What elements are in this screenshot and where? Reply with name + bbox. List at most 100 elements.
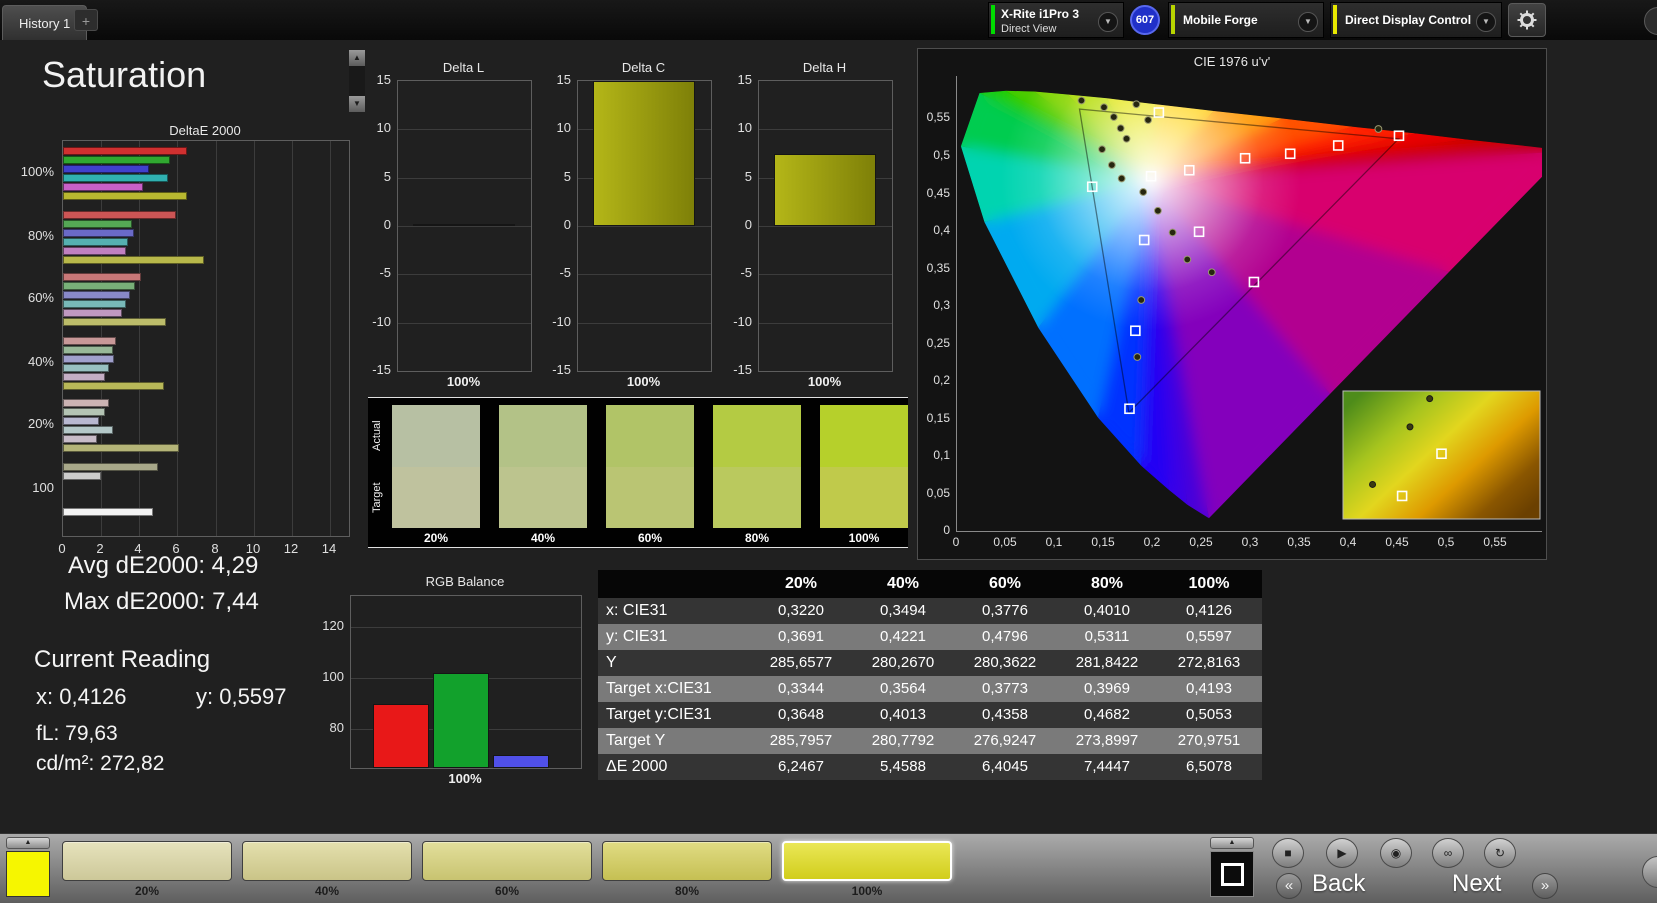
table-header-cell <box>598 570 750 598</box>
bar <box>63 318 166 326</box>
sample-swatch-40%[interactable] <box>242 841 412 881</box>
rgb-balance-title: RGB Balance <box>425 574 505 589</box>
display-window-button[interactable] <box>1210 851 1254 897</box>
current-y: y: 0,5597 <box>196 684 287 709</box>
actual-swatch <box>820 405 908 467</box>
row-label: Target Y <box>606 732 666 749</box>
table-cell: 0,3773 <box>982 680 1028 697</box>
axis-tick-label: 0 <box>563 217 571 232</box>
axis-tick-label: 0,2 <box>1143 535 1161 549</box>
sample-swatch-100%[interactable] <box>782 841 952 881</box>
table-cell: 285,6577 <box>769 654 833 671</box>
play-button[interactable]: ▶ <box>1326 838 1358 868</box>
back-button[interactable]: Back <box>1312 870 1365 898</box>
sample-swatch-label: 80% <box>674 884 700 898</box>
expand-right-button[interactable]: ▲ <box>1210 837 1254 849</box>
gridline <box>177 141 178 536</box>
axis-tick-label: 0,35 <box>926 261 950 275</box>
rgb-balance-category-label: 100% <box>448 771 482 786</box>
sample-swatch-80%[interactable] <box>602 841 772 881</box>
table-cell: 0,5597 <box>1186 628 1232 645</box>
gridline <box>351 627 581 628</box>
display-control-selector[interactable]: Direct Display Control ▼ <box>1330 2 1502 38</box>
partial-button[interactable] <box>1642 856 1657 888</box>
measured-point <box>1137 296 1146 304</box>
axis-tick-label: 0,05 <box>926 486 950 500</box>
sample-swatch-60%[interactable] <box>422 841 592 881</box>
measured-point <box>1109 113 1118 121</box>
source-status-indicator <box>1171 5 1175 34</box>
axis-tick-label: 0,55 <box>926 110 950 124</box>
table-header-cell: 40% <box>886 575 920 592</box>
sample-swatch-label: 20% <box>134 884 160 898</box>
axis-tick-label: -15 <box>372 362 391 377</box>
target-swatch <box>820 467 908 528</box>
back-chevron-icon[interactable]: « <box>1276 873 1302 899</box>
axis-tick-label: 100 <box>322 669 344 684</box>
source-selector[interactable]: Mobile Forge ▼ <box>1168 2 1324 38</box>
axis-tick-label: 0,25 <box>1189 535 1213 549</box>
source-name: Mobile Forge <box>1183 13 1258 27</box>
measured-point <box>1107 161 1116 169</box>
axis-tick-label: 0,35 <box>1287 535 1311 549</box>
bar <box>63 426 113 434</box>
meter-selector[interactable]: X-Rite i1Pro 3 Direct View ▼ <box>988 2 1124 38</box>
chevron-down-icon[interactable]: ▼ <box>1098 12 1118 32</box>
gridline <box>139 141 140 536</box>
record-button[interactable]: ◉ <box>1380 838 1412 868</box>
continuous-read-button[interactable]: ∞ <box>1432 838 1464 868</box>
measured-point <box>1077 96 1086 105</box>
table-row: x: CIE31 0,3220 0,3494 0,3776 0,4010 0,4126 <box>598 598 1262 624</box>
comparison-column: 60% <box>606 398 694 547</box>
axis-tick-label: -10 <box>372 314 391 329</box>
table-cell: 0,4796 <box>982 628 1028 645</box>
display-control-indicator <box>1333 5 1337 34</box>
bar <box>63 156 170 164</box>
current-patch-swatch <box>6 851 50 897</box>
sample-swatch-20%[interactable] <box>62 841 232 881</box>
bar <box>63 373 105 381</box>
bar <box>63 300 126 308</box>
bar <box>413 224 515 226</box>
next-chevron-icon[interactable]: » <box>1532 873 1558 899</box>
measured-point <box>1154 206 1162 215</box>
table-cell: 0,4193 <box>1186 680 1232 697</box>
bar <box>63 444 179 452</box>
table-cell: 6,4045 <box>982 758 1028 775</box>
target-swatch <box>392 467 480 528</box>
axis-tick-label: 0,5 <box>933 148 950 162</box>
next-button[interactable]: Next <box>1452 870 1501 898</box>
axis-tick-label: -15 <box>552 362 571 377</box>
table-cell: 273,8997 <box>1075 732 1139 749</box>
chevron-down-icon[interactable]: ▼ <box>1298 12 1318 32</box>
axis-tick-label: 80 <box>329 720 344 735</box>
stop-button[interactable]: ■ <box>1272 838 1304 868</box>
table-row: ΔE 2000 6,2467 5,4588 6,4045 7,4447 6,5078 <box>598 754 1262 780</box>
axis-tick-label: -10 <box>552 314 571 329</box>
overflow-button[interactable] <box>1644 7 1657 35</box>
avg-de2000: Avg dE2000: 4,29 <box>68 552 259 579</box>
table-cell: 5,4588 <box>880 758 926 775</box>
deltaL-chart-title: Delta L <box>442 60 485 75</box>
display-control-name: Direct Display Control <box>1345 13 1472 27</box>
table-cell: 0,4358 <box>982 706 1028 723</box>
meter-mode: Direct View <box>1001 23 1057 35</box>
table-cell: 281,8422 <box>1075 654 1139 671</box>
comparison-label: 60% <box>637 531 663 545</box>
gridline <box>759 129 892 130</box>
measured-point <box>1098 145 1106 154</box>
sample-swatch-label: 60% <box>494 884 520 898</box>
scroll-up-icon[interactable]: ▲ <box>349 50 365 66</box>
current-x: x: 0,4126 <box>36 684 127 709</box>
chevron-down-icon[interactable]: ▼ <box>1476 12 1496 32</box>
refresh-button[interactable]: ↻ <box>1484 838 1516 868</box>
axis-tick-label: 0,45 <box>926 186 950 200</box>
deltaH-chart-title: Delta H <box>802 60 847 75</box>
gridline <box>330 141 331 536</box>
settings-button[interactable] <box>1508 3 1546 37</box>
axis-tick-label: 12 <box>283 541 299 556</box>
gear-icon <box>1517 10 1537 30</box>
expand-left-button[interactable]: ▲ <box>6 837 50 849</box>
target-swatch <box>713 467 801 528</box>
add-tab-button[interactable]: + <box>74 9 98 31</box>
